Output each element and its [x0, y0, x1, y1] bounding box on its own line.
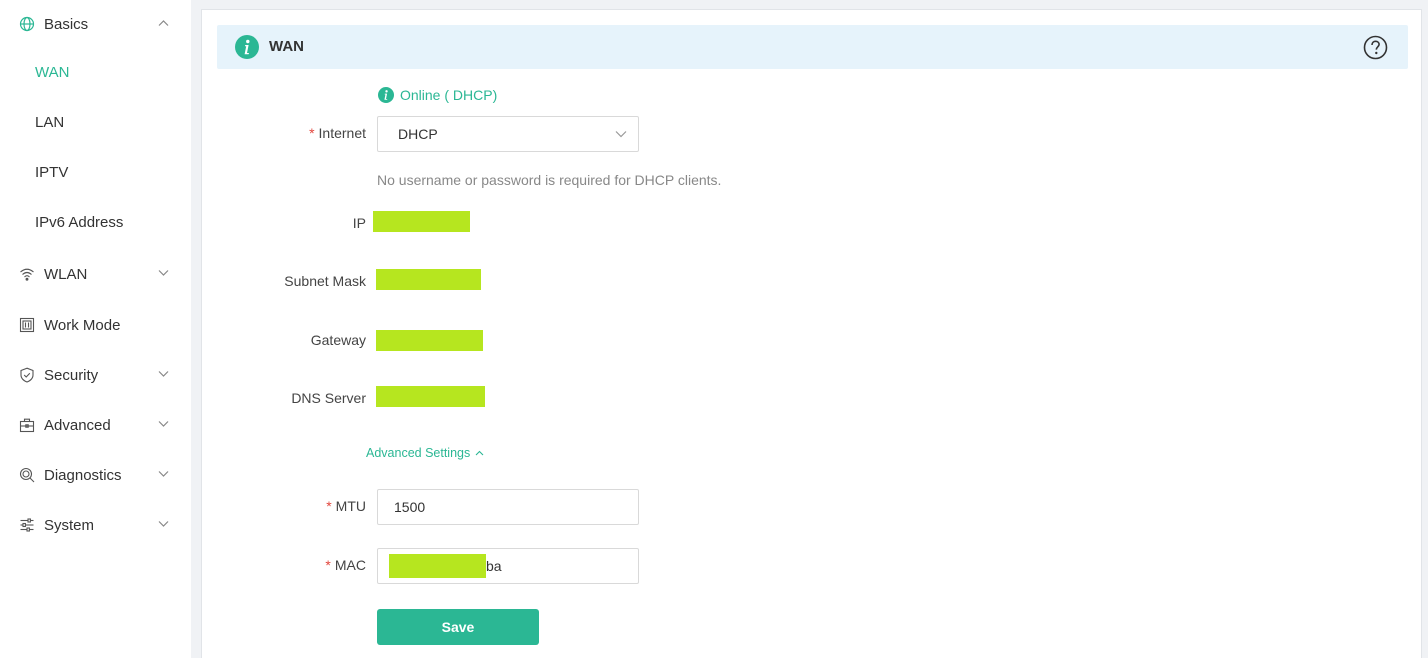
required-mark: *	[325, 557, 331, 573]
mtu-input[interactable]: 1500	[377, 489, 639, 525]
sidebar-item-lan[interactable]: LAN	[0, 103, 191, 143]
sidebar-item-label: Basics	[44, 15, 89, 33]
dhcp-hint: No username or password is required for …	[377, 172, 722, 188]
chevron-down-icon	[158, 269, 169, 277]
sidebar-item-system[interactable]: System	[0, 505, 191, 545]
mac-value-suffix: ba	[486, 558, 502, 574]
sidebar-item-ipv6-address[interactable]: IPv6 Address	[0, 203, 191, 243]
internet-type-select[interactable]: DHCP	[377, 116, 639, 152]
diagnostics-icon	[19, 467, 35, 483]
advanced-settings-label: Advanced Settings	[366, 446, 471, 460]
subnet-mask-label: Subnet Mask	[284, 273, 366, 289]
sidebar-item-wan[interactable]: WAN	[0, 53, 191, 93]
sliders-icon	[19, 517, 35, 533]
chevron-up-icon	[158, 19, 169, 27]
sidebar: Basics WAN LAN IPTV IPv6 Address WLAN Wo…	[0, 0, 191, 658]
chevron-down-icon	[158, 520, 169, 528]
mac-value-redacted	[389, 554, 486, 578]
chevron-down-icon	[158, 370, 169, 378]
save-button[interactable]: Save	[377, 609, 539, 645]
sidebar-item-label: System	[44, 516, 95, 534]
help-icon[interactable]	[1363, 35, 1388, 60]
required-mark: *	[326, 498, 332, 514]
advanced-settings-toggle[interactable]: Advanced Settings	[366, 446, 484, 460]
mac-input[interactable]: ba	[377, 548, 639, 584]
internet-label-text: Internet	[318, 125, 366, 141]
connection-status: Online ( DHCP)	[378, 87, 497, 103]
sidebar-item-label: WAN	[35, 64, 70, 81]
status-text: Online ( DHCP)	[400, 87, 498, 103]
chevron-up-icon	[475, 450, 484, 456]
ip-value-redacted	[373, 211, 470, 232]
page-header: WAN	[217, 25, 1408, 69]
info-icon	[235, 35, 259, 59]
mtu-label-text: MTU	[335, 498, 366, 514]
page-title: WAN	[269, 38, 304, 55]
sidebar-item-label: Advanced	[44, 416, 111, 434]
sidebar-item-label: WLAN	[44, 265, 88, 283]
subnet-mask-value-redacted	[376, 269, 481, 290]
info-icon	[378, 87, 394, 103]
gateway-label: Gateway	[310, 332, 366, 348]
sidebar-item-label: IPv6 Address	[35, 214, 124, 231]
sidebar-item-label: LAN	[35, 114, 65, 131]
sidebar-item-basics[interactable]: Basics	[0, 4, 191, 44]
main-panel: WAN Online ( DHCP) * Internet DHCP No use…	[201, 9, 1422, 658]
mac-label: * MAC	[196, 557, 366, 573]
ip-label: IP	[352, 215, 366, 231]
dns-server-label: DNS Server	[291, 390, 366, 406]
sidebar-item-security[interactable]: Security	[0, 355, 191, 395]
wifi-icon	[19, 266, 35, 282]
work-mode-icon	[19, 317, 35, 333]
sidebar-item-advanced[interactable]: Advanced	[0, 405, 191, 445]
globe-icon	[19, 16, 35, 32]
chevron-down-icon	[158, 420, 169, 428]
sidebar-item-wlan[interactable]: WLAN	[0, 254, 191, 294]
internet-type-value: DHCP	[398, 126, 438, 142]
mac-label-text: MAC	[334, 557, 366, 573]
dns-server-value-redacted	[376, 386, 485, 407]
sidebar-item-label: IPTV	[35, 164, 69, 181]
chevron-down-icon	[158, 470, 169, 478]
toolbox-icon	[19, 417, 35, 433]
gateway-value-redacted	[376, 330, 483, 351]
mtu-value: 1500	[394, 499, 426, 515]
sidebar-item-diagnostics[interactable]: Diagnostics	[0, 455, 191, 495]
required-mark: *	[309, 125, 315, 141]
sidebar-item-work-mode[interactable]: Work Mode	[0, 305, 191, 345]
sidebar-item-iptv[interactable]: IPTV	[0, 153, 191, 193]
sidebar-item-label: Work Mode	[44, 316, 121, 334]
shield-icon	[19, 367, 35, 383]
internet-label: * Internet	[196, 125, 366, 141]
sidebar-item-label: Security	[44, 366, 99, 384]
mtu-label: * MTU	[196, 498, 366, 514]
chevron-down-icon	[615, 131, 627, 138]
sidebar-item-label: Diagnostics	[44, 466, 122, 484]
